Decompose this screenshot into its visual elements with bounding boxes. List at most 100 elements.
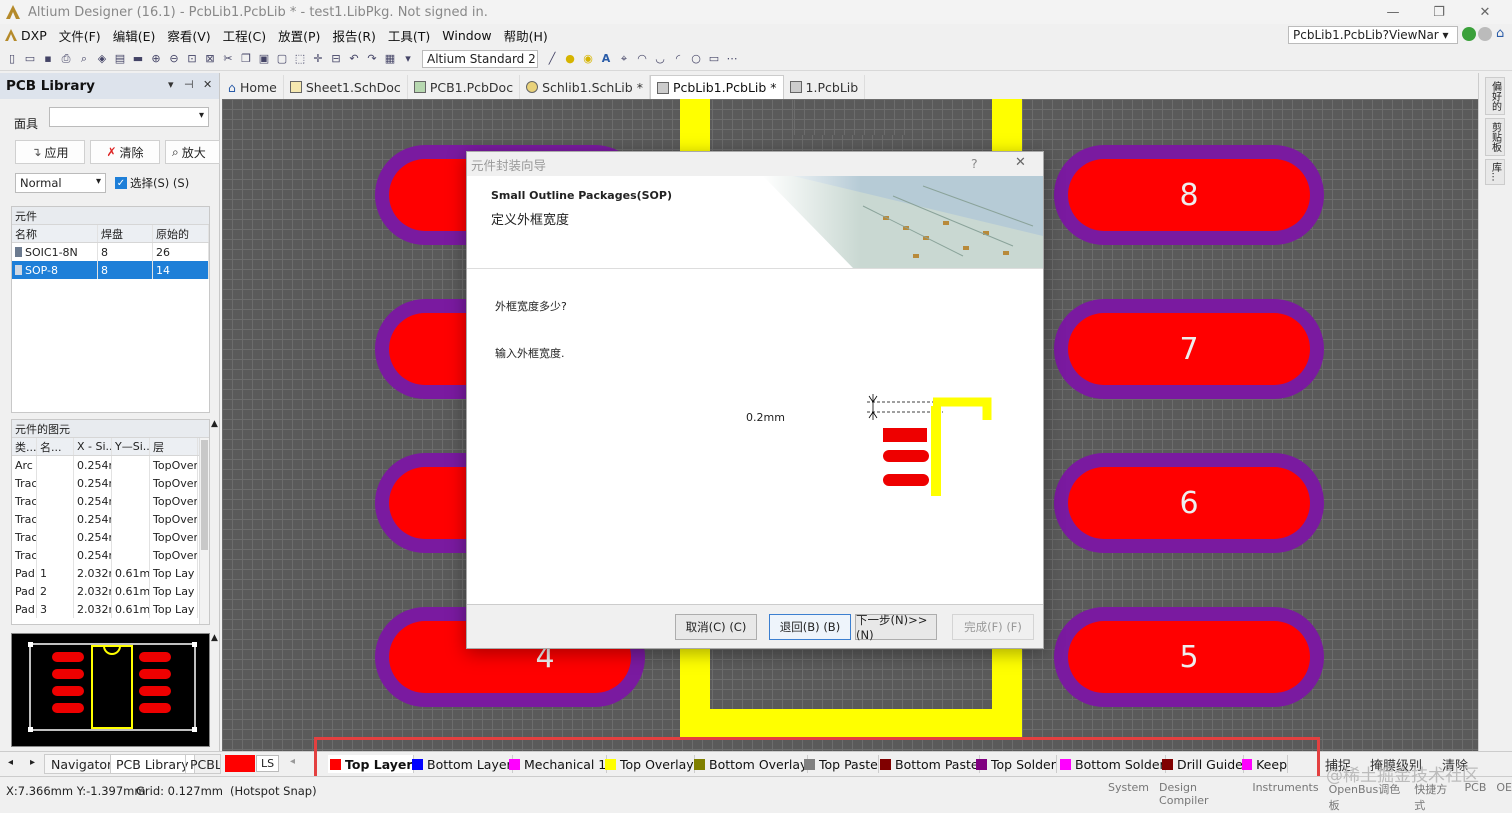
back-button[interactable]: 退回(B) (B) (769, 614, 851, 640)
component-row-selected[interactable]: SOP-8 8 14 (12, 261, 209, 279)
column-header-layer[interactable]: 层 (150, 438, 198, 455)
open-icon[interactable]: ▭ (22, 51, 38, 67)
select-area-icon[interactable]: ⬚ (292, 51, 308, 67)
minimize-button[interactable]: — (1370, 0, 1416, 24)
outline-width-value[interactable]: 0.2mm (746, 411, 785, 424)
zoom-area-icon[interactable]: ⊡ (184, 51, 200, 67)
via-icon[interactable]: ◉ (580, 51, 596, 67)
favorites-tab[interactable]: 偏好的 (1485, 77, 1505, 115)
arc-center-icon[interactable]: ◠ (634, 51, 650, 67)
select-checkbox[interactable]: ✓ 选择(S) (S) (115, 175, 189, 191)
pad-7[interactable]: 7 (1068, 313, 1310, 385)
column-header-pname[interactable]: 名... (37, 438, 74, 455)
next-button[interactable]: 下一步(N)>> (N) (855, 613, 937, 642)
collapse-up-icon[interactable]: ▲ (211, 419, 218, 429)
copy-icon[interactable]: ❐ (238, 51, 254, 67)
arc-edge-icon[interactable]: ◡ (652, 51, 668, 67)
panel-tab-navigator[interactable]: Navigator (44, 754, 120, 774)
zoom-button[interactable]: ⌕ 放大 (165, 140, 220, 164)
string-icon[interactable]: A (598, 51, 614, 67)
restore-button[interactable]: ❐ (1416, 0, 1462, 24)
primitive-row[interactable]: Arc 0.254m TopOver (12, 456, 209, 474)
scroll-left-icon[interactable]: ◂ (8, 757, 13, 768)
primitive-row[interactable]: Track 0.254m TopOver (12, 528, 209, 546)
layer-set-button[interactable]: LS (256, 755, 280, 772)
cut-icon[interactable]: ✂ (220, 51, 236, 67)
column-header-xsize[interactable]: X - Si... (74, 438, 112, 455)
column-header-name[interactable]: 名称 (12, 225, 98, 242)
panel-tab-pcblib[interactable]: PCBLi (185, 754, 221, 774)
clear-button[interactable]: ✗ 清除 (90, 140, 160, 164)
tab-pcb1-pcbdoc[interactable]: PCB1.PcbDoc (408, 75, 521, 99)
menu-tools[interactable]: 工具(T) (382, 26, 436, 45)
menu-help[interactable]: 帮助(H) (498, 26, 554, 45)
zoom-fit-icon[interactable]: ⊖ (166, 51, 182, 67)
libraries-tab[interactable]: 库... (1485, 159, 1505, 185)
layer-stack-icon[interactable]: ◈ (94, 51, 110, 67)
primitive-row[interactable]: Track 0.254m TopOver (12, 510, 209, 528)
menu-project[interactable]: 工程(C) (217, 26, 272, 45)
primitive-row[interactable]: Pad22.032m0.61mrTop Lay (12, 582, 209, 600)
tab-1-pcblib[interactable]: 1.PcbLib (784, 75, 866, 99)
grid-dropdown-icon[interactable]: ▾ (400, 51, 416, 67)
apply-button[interactable]: ↴ 应用 (15, 140, 85, 164)
mode-select[interactable]: Normal ▾ (15, 173, 106, 193)
navigation-address-box[interactable]: PcbLib1.PcbLib?ViewNar ▾ (1288, 26, 1458, 44)
status-design-compiler[interactable]: Design Compiler (1159, 781, 1242, 813)
menu-edit[interactable]: 编辑(E) (107, 26, 162, 45)
zoom-in-icon[interactable]: ⊕ (148, 51, 164, 67)
deselect-icon[interactable]: ⊟ (328, 51, 344, 67)
save-icon[interactable]: ▪ (40, 51, 56, 67)
panel-tab-pcb-library[interactable]: PCB Library (110, 754, 195, 774)
column-header-pads[interactable]: 焊盘 (98, 225, 153, 242)
scrollbar-thumb[interactable] (201, 440, 208, 550)
primitive-row[interactable]: Pad12.032m0.61mrTop Lay (12, 564, 209, 582)
menu-place[interactable]: 放置(P) (272, 26, 326, 45)
pad-6[interactable]: 6 (1068, 467, 1310, 539)
print-icon[interactable]: ⎙ (58, 51, 74, 67)
clipboard-tab[interactable]: 剪贴板 (1485, 118, 1505, 156)
finish-button[interactable]: 完成(F) (F) (952, 614, 1034, 640)
primitive-row[interactable]: Track 0.254m TopOver (12, 492, 209, 510)
mask-input[interactable]: ▾ (49, 107, 209, 127)
library-icon[interactable]: ▤ (112, 51, 128, 67)
column-header-ysize[interactable]: Y—Si... (112, 438, 150, 455)
panel-close-icon[interactable]: ✕ (203, 78, 212, 91)
tab-pcblib1-pcblib[interactable]: PcbLib1.PcbLib * (649, 75, 784, 99)
help-button[interactable]: ? (971, 156, 978, 171)
pad-icon[interactable]: ● (562, 51, 578, 67)
column-header-primitives[interactable]: 原始的 (153, 225, 209, 242)
zoom-selected-icon[interactable]: ⊠ (202, 51, 218, 67)
go-back-icon[interactable] (1462, 27, 1476, 41)
tab-home[interactable]: ⌂ Home (222, 75, 284, 99)
folder-icon[interactable]: ▬ (130, 51, 146, 67)
primitive-row[interactable]: Track 0.254m TopOver (12, 474, 209, 492)
primitive-row[interactable]: Track 0.254m TopOver (12, 546, 209, 564)
undo-icon[interactable]: ↶ (346, 51, 362, 67)
go-forward-icon[interactable] (1478, 27, 1492, 41)
column-header-type[interactable]: 类... (12, 438, 37, 455)
layer-scroll-left-icon[interactable]: ◂ (290, 756, 295, 767)
region-icon[interactable]: ▭ (706, 51, 722, 67)
panel-menu-icon[interactable]: ▾ (168, 78, 174, 91)
component-preview[interactable] (11, 633, 210, 747)
pin-icon[interactable]: ⊣ (184, 78, 194, 91)
pad-8[interactable]: 8 (1068, 159, 1310, 231)
primitives-scrollbar[interactable] (199, 438, 209, 624)
primitive-row[interactable]: Pad32.032m0.61mrTop Lay (12, 600, 209, 618)
current-layer-swatch[interactable] (225, 755, 255, 772)
rubber-stamp-icon[interactable]: ▢ (274, 51, 290, 67)
pad-5[interactable]: 5 (1068, 621, 1310, 693)
standard-select[interactable]: Altium Standard 2 ▾ (422, 49, 538, 68)
menu-file[interactable]: 文件(F) (53, 26, 107, 45)
menu-dxp[interactable]: DXP (0, 28, 53, 43)
array-icon[interactable]: ⋯ (724, 51, 740, 67)
status-system[interactable]: System (1108, 781, 1149, 813)
redo-icon[interactable]: ↷ (364, 51, 380, 67)
close-window-button[interactable]: ✕ (1462, 0, 1508, 24)
cancel-button[interactable]: 取消(C) (C) (675, 614, 757, 640)
move-icon[interactable]: ✛ (310, 51, 326, 67)
print-preview-icon[interactable]: ⌕ (76, 51, 92, 67)
home-icon[interactable]: ⌂ (1496, 26, 1510, 42)
menu-view[interactable]: 察看(V) (161, 26, 216, 45)
